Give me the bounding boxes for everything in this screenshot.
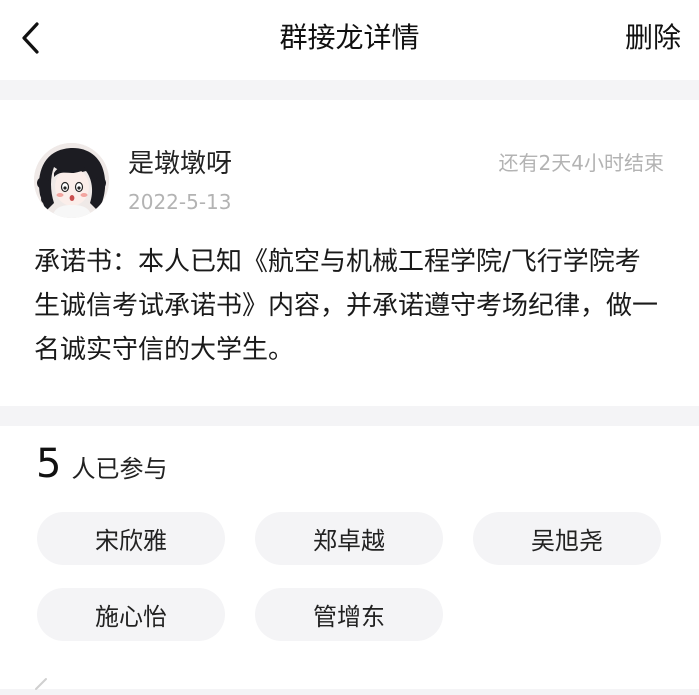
post-card: 是墩墩呀 2022-5-13 还有2天4小时结束 承诺书：本人已知《航空与机械工… — [0, 100, 699, 406]
participant-chip[interactable]: 吴旭尧 — [473, 512, 661, 565]
participant-chip[interactable]: 管增东 — [255, 588, 443, 641]
participant-chip[interactable]: 宋欣雅 — [37, 512, 225, 565]
time-remaining: 还有2天4小时结束 — [498, 151, 664, 175]
delete-button[interactable]: 删除 — [625, 18, 681, 58]
participant-label: 人已参与 — [71, 455, 168, 483]
avatar[interactable] — [34, 143, 109, 218]
author-name: 是墩墩呀 — [128, 149, 233, 179]
avatar-illustration — [34, 143, 109, 218]
post-date: 2022-5-13 — [128, 190, 232, 214]
participant-summary: 5 人已参与 — [36, 438, 167, 490]
page-title: 群接龙详情 — [279, 21, 420, 54]
participant-chip[interactable]: 施心怡 — [37, 588, 225, 641]
participants-card: 5 人已参与 宋欣雅 郑卓越 吴旭尧 施心怡 管增东 — [0, 426, 699, 690]
post-content: 承诺书：本人已知《航空与机械工程学院/飞行学院考生诚信考试承诺书》内容，并承诺遵… — [34, 247, 659, 365]
participant-count: 5 — [36, 441, 62, 487]
participant-chip[interactable]: 郑卓越 — [255, 512, 443, 565]
partial-divider-icon — [34, 676, 50, 695]
participant-list: 宋欣雅 郑卓越 吴旭尧 施心怡 管增东 — [37, 512, 663, 641]
nav-bar: 群接龙详情 删除 — [0, 0, 699, 80]
